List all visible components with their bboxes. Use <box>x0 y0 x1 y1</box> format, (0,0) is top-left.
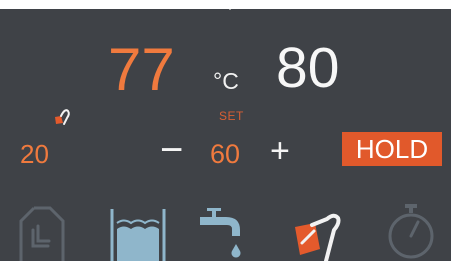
decrease-button[interactable]: − <box>160 130 183 170</box>
top-notch-indicator <box>222 2 238 10</box>
set-label: SET <box>219 109 244 123</box>
water-bath-icon[interactable] <box>110 207 166 261</box>
tap-water-icon[interactable] <box>200 208 250 261</box>
temperature-unit: °C <box>213 68 239 94</box>
probe-temperature: 20 <box>20 139 49 169</box>
target-temperature: 80 <box>276 36 340 100</box>
current-temperature: 77 <box>108 36 175 103</box>
increase-button[interactable]: + <box>270 134 290 168</box>
set-value: 60 <box>210 139 241 169</box>
probe-mode-icon[interactable] <box>290 205 348 261</box>
slow-cook-icon[interactable] <box>17 204 67 261</box>
hold-button[interactable]: HOLD <box>342 132 442 166</box>
thermometer-probe-icon <box>55 109 70 125</box>
timer-icon[interactable] <box>386 204 436 261</box>
